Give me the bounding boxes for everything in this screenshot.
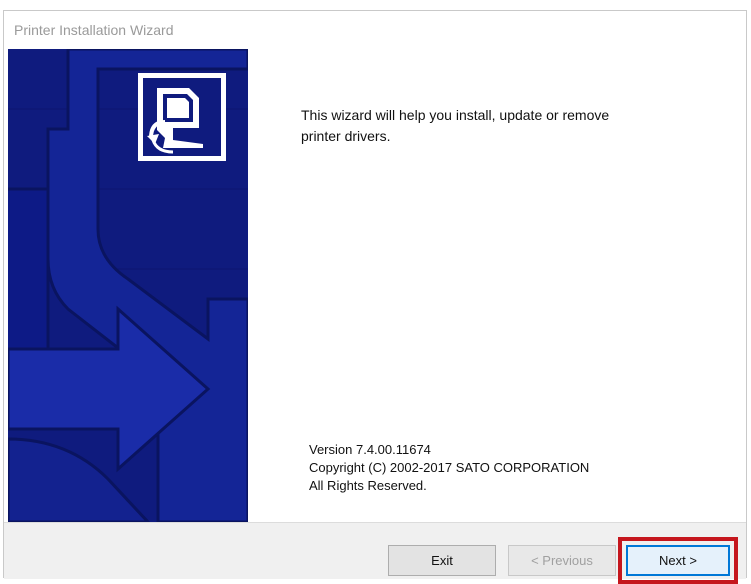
version-info: Version 7.4.00.11674 Copyright (C) 2002-… <box>309 441 589 495</box>
version-text: Version 7.4.00.11674 <box>309 442 431 457</box>
copyright-text: Copyright (C) 2002-2017 SATO CORPORATION <box>309 460 590 475</box>
intro-text: This wizard will help you install, updat… <box>301 105 701 147</box>
title-bar: Printer Installation Wizard <box>4 11 746 49</box>
wizard-window: Printer Installation Wizard This wizard … <box>3 10 747 584</box>
intro-line-1: This wizard will help you install, updat… <box>301 107 610 123</box>
intro-line-2: printer drivers. <box>301 128 391 144</box>
rights-text: All Rights Reserved. <box>309 478 427 493</box>
wizard-content: This wizard will help you install, updat… <box>248 49 744 522</box>
wizard-logo <box>138 73 226 161</box>
button-bar: Exit < Previous Next > <box>4 522 746 584</box>
wizard-side-panel <box>8 49 248 522</box>
printer-icon <box>143 78 221 156</box>
exit-button[interactable]: Exit <box>388 545 496 576</box>
window-title: Printer Installation Wizard <box>14 22 174 38</box>
previous-button[interactable]: < Previous <box>508 545 616 576</box>
next-button-highlight <box>618 537 738 584</box>
